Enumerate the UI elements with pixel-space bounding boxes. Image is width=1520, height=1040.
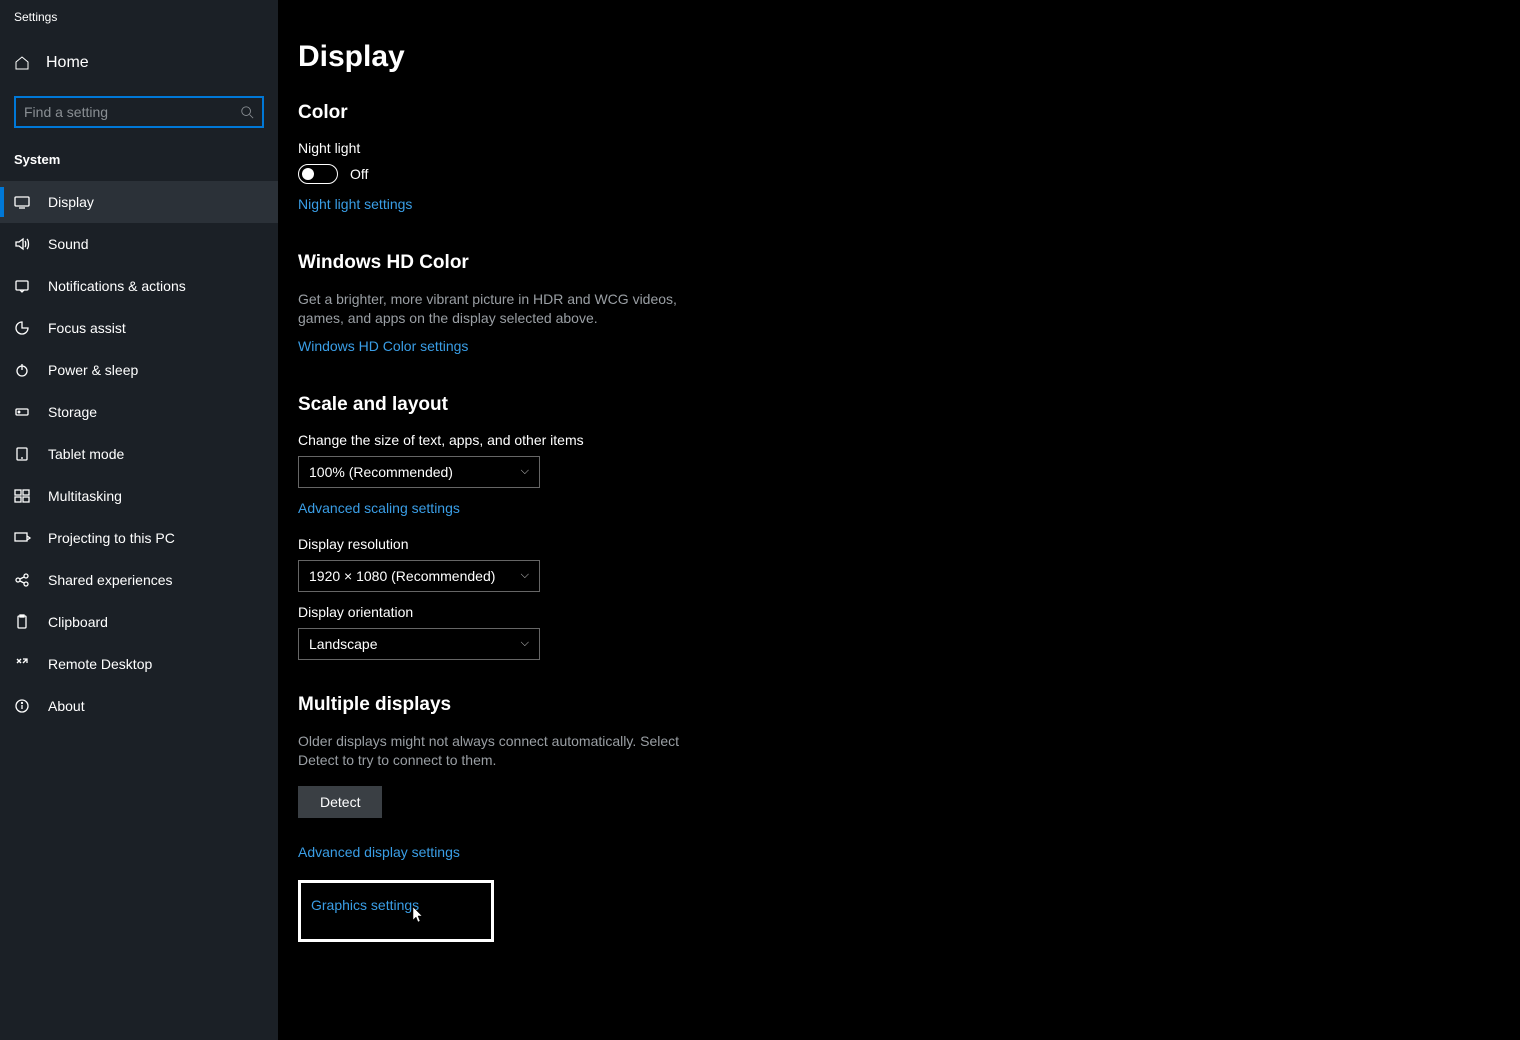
detect-button[interactable]: Detect: [298, 786, 382, 818]
sidebar-item-notifications[interactable]: Notifications & actions: [0, 265, 278, 307]
sidebar-item-label: Projecting to this PC: [48, 530, 175, 546]
sidebar-item-power-sleep[interactable]: Power & sleep: [0, 349, 278, 391]
home-label: Home: [46, 54, 89, 72]
power-icon: [14, 362, 30, 378]
notifications-icon: [14, 278, 30, 294]
night-light-state: Off: [350, 166, 368, 182]
chevron-down-icon: ⌵: [521, 465, 529, 478]
text-size-label: Change the size of text, apps, and other…: [298, 432, 998, 448]
sidebar-item-label: Remote Desktop: [48, 656, 152, 672]
sidebar-item-storage[interactable]: Storage: [0, 391, 278, 433]
sidebar-item-multitasking[interactable]: Multitasking: [0, 475, 278, 517]
resolution-label: Display resolution: [298, 536, 998, 552]
orientation-dropdown[interactable]: Landscape ⌵: [298, 628, 540, 660]
page-title: Display: [298, 40, 998, 74]
main-content: Display Color Night light Off Night ligh…: [278, 0, 1520, 1040]
sound-icon: [14, 236, 30, 252]
search-input[interactable]: [14, 96, 264, 128]
multitasking-icon: [14, 488, 30, 504]
section-scale-layout: Scale and layout Change the size of text…: [298, 394, 998, 660]
sidebar-item-label: Shared experiences: [48, 572, 173, 588]
window-title: Settings: [0, 0, 278, 44]
sidebar-item-label: Notifications & actions: [48, 278, 186, 294]
chevron-down-icon: ⌵: [521, 569, 529, 582]
multi-desc: Older displays might not always connect …: [298, 732, 688, 770]
focus-assist-icon: [14, 320, 30, 336]
chevron-down-icon: ⌵: [521, 637, 529, 650]
night-light-label: Night light: [298, 140, 998, 156]
sidebar-item-label: Sound: [48, 236, 88, 252]
orientation-label: Display orientation: [298, 604, 998, 620]
sidebar-item-display[interactable]: Display: [0, 181, 278, 223]
sidebar-group-label: System: [0, 146, 278, 181]
advanced-scaling-link[interactable]: Advanced scaling settings: [298, 500, 460, 516]
text-size-dropdown[interactable]: 100% (Recommended) ⌵: [298, 456, 540, 488]
display-icon: [14, 194, 30, 210]
storage-icon: [14, 404, 30, 420]
sidebar: Settings Home System Display Sound Notif…: [0, 0, 278, 1040]
sidebar-item-clipboard[interactable]: Clipboard: [0, 601, 278, 643]
resolution-value: 1920 × 1080 (Recommended): [309, 568, 495, 584]
text-size-value: 100% (Recommended): [309, 464, 453, 480]
sidebar-item-focus-assist[interactable]: Focus assist: [0, 307, 278, 349]
projecting-icon: [14, 530, 30, 546]
clipboard-icon: [14, 614, 30, 630]
sidebar-item-sound[interactable]: Sound: [0, 223, 278, 265]
sidebar-item-label: About: [48, 698, 85, 714]
sidebar-item-label: Focus assist: [48, 320, 126, 336]
sidebar-item-label: Display: [48, 194, 94, 210]
sidebar-item-remote-desktop[interactable]: Remote Desktop: [0, 643, 278, 685]
sidebar-item-label: Storage: [48, 404, 97, 420]
sidebar-item-tablet-mode[interactable]: Tablet mode: [0, 433, 278, 475]
section-multiple-displays: Multiple displays Older displays might n…: [298, 694, 998, 942]
sidebar-item-label: Power & sleep: [48, 362, 138, 378]
multi-heading: Multiple displays: [298, 694, 998, 716]
sidebar-item-about[interactable]: About: [0, 685, 278, 727]
sidebar-item-shared-experiences[interactable]: Shared experiences: [0, 559, 278, 601]
sidebar-item-projecting[interactable]: Projecting to this PC: [0, 517, 278, 559]
hd-color-heading: Windows HD Color: [298, 252, 998, 274]
sidebar-item-label: Tablet mode: [48, 446, 124, 462]
graphics-settings-highlight: Graphics settings: [298, 880, 494, 942]
night-light-settings-link[interactable]: Night light settings: [298, 196, 412, 212]
search-icon: [240, 105, 254, 119]
orientation-value: Landscape: [309, 636, 378, 652]
sidebar-item-label: Clipboard: [48, 614, 108, 630]
hd-color-desc: Get a brighter, more vibrant picture in …: [298, 290, 678, 328]
sidebar-home[interactable]: Home: [0, 44, 278, 82]
night-light-toggle[interactable]: [298, 164, 338, 184]
hd-color-settings-link[interactable]: Windows HD Color settings: [298, 338, 468, 354]
home-icon: [14, 55, 30, 71]
tablet-icon: [14, 446, 30, 462]
sidebar-item-label: Multitasking: [48, 488, 122, 504]
cursor-icon: [413, 907, 425, 926]
color-heading: Color: [298, 102, 998, 124]
scale-heading: Scale and layout: [298, 394, 998, 416]
section-color: Color Night light Off Night light settin…: [298, 102, 998, 218]
graphics-settings-link[interactable]: Graphics settings: [311, 897, 419, 913]
section-hd-color: Windows HD Color Get a brighter, more vi…: [298, 252, 998, 360]
remote-desktop-icon: [14, 656, 30, 672]
shared-icon: [14, 572, 30, 588]
advanced-display-settings-link[interactable]: Advanced display settings: [298, 844, 460, 860]
about-icon: [14, 698, 30, 714]
resolution-dropdown[interactable]: 1920 × 1080 (Recommended) ⌵: [298, 560, 540, 592]
